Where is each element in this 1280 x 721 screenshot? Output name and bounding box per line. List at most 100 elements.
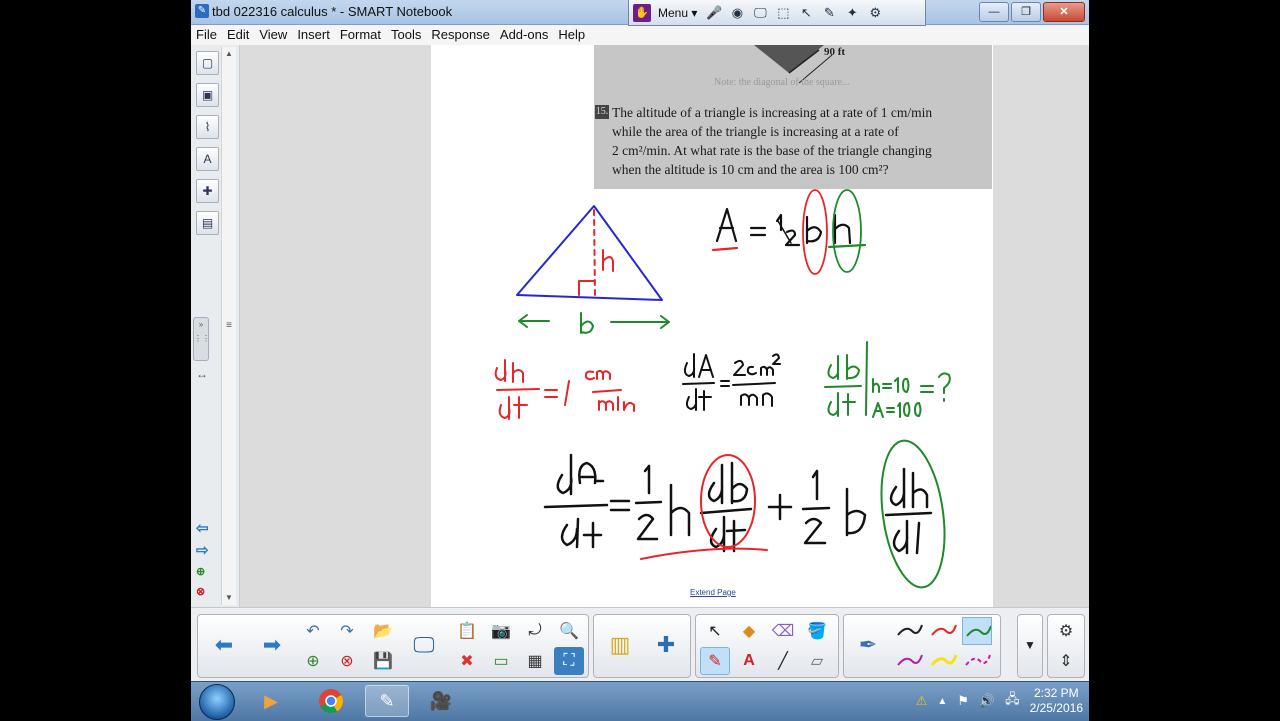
- properties-tab[interactable]: A: [196, 147, 219, 171]
- menu-help[interactable]: Help: [553, 25, 590, 45]
- sidebar-grip[interactable]: » ⋮⋮: [193, 317, 210, 361]
- magic-pen-icon[interactable]: ✦: [842, 3, 862, 23]
- pen-icon[interactable]: ✎: [819, 3, 839, 23]
- scroll-down-icon[interactable]: ▼: [222, 591, 236, 605]
- full-screen-button[interactable]: ⛶: [554, 647, 584, 675]
- menu-response[interactable]: Response: [426, 25, 495, 45]
- volume-icon[interactable]: 🔊: [979, 693, 995, 709]
- text-tool-button[interactable]: A: [734, 647, 764, 675]
- pen-style-purple[interactable]: [894, 647, 924, 675]
- previous-page-icon[interactable]: ⇦: [196, 519, 209, 537]
- redo-button[interactable]: ↷: [332, 617, 362, 645]
- menu-addons[interactable]: Add-ons: [495, 25, 553, 45]
- add-page-icon[interactable]: ⊕: [196, 565, 205, 578]
- menu-view[interactable]: View: [254, 25, 292, 45]
- move-toolbar-icon[interactable]: ⇕: [1051, 647, 1081, 675]
- smart-app-icon[interactable]: ✋: [633, 3, 651, 22]
- flag-icon[interactable]: ⚑: [957, 693, 969, 709]
- eraser-tool-button[interactable]: ⌫: [768, 617, 798, 645]
- pen-properties-button[interactable]: ✒: [848, 616, 888, 674]
- gallery-tab[interactable]: ▣: [196, 83, 219, 107]
- pen-style-magenta-dashed[interactable]: [962, 647, 992, 675]
- pen-style-yellow[interactable]: [928, 647, 958, 675]
- line-tool-button[interactable]: ╱: [768, 647, 798, 675]
- undo-button[interactable]: ↶: [298, 617, 328, 645]
- toolbar-expand-icon[interactable]: ▼: [1015, 616, 1045, 674]
- page-sorter-tab[interactable]: ▢: [196, 51, 219, 75]
- notebook-page[interactable]: Note: the diagonal of the square... 90 f…: [431, 45, 993, 607]
- start-button[interactable]: [199, 684, 235, 720]
- insert-table-button[interactable]: ▦: [520, 647, 550, 675]
- toolbar-group-tools: ↖ ◆ ⌫ 🪣 ✎ A ╱ ▱: [695, 614, 839, 678]
- toolbar-more: ▼: [1017, 614, 1043, 678]
- record-icon[interactable]: ◉: [727, 3, 747, 23]
- shapes-tool-button[interactable]: ◆: [734, 617, 764, 645]
- extend-page-link[interactable]: Extend Page: [690, 588, 736, 597]
- fill-tool-button[interactable]: 🪣: [802, 617, 832, 645]
- pen-style-green-selected[interactable]: [962, 617, 992, 645]
- open-file-button[interactable]: 📂: [368, 617, 398, 645]
- toolbar-group-pen-styles: ✒: [843, 614, 1001, 678]
- ink-base-label: [518, 312, 670, 334]
- chrome-icon[interactable]: [309, 685, 353, 717]
- clear-page-button[interactable]: ✖: [452, 647, 482, 675]
- screen-capture-button[interactable]: 📷: [486, 617, 516, 645]
- scroll-up-icon[interactable]: ▲: [222, 47, 236, 61]
- next-page-button[interactable]: ➡: [252, 616, 292, 674]
- magic-eraser-button[interactable]: ▱: [802, 647, 832, 675]
- smart-floating-toolbar: ✋ Menu ▾ 🎤 ◉ 🖵 ⬚ ↖ ✎ ✦ ⚙: [628, 0, 926, 26]
- menu-insert[interactable]: Insert: [292, 25, 335, 45]
- menu-tools[interactable]: Tools: [386, 25, 426, 45]
- add-page-button[interactable]: ⊕: [298, 647, 328, 675]
- attachments-tab[interactable]: ⌇: [196, 115, 219, 139]
- select-tool-button[interactable]: ↖: [700, 617, 730, 645]
- handwritten-ink[interactable]: [431, 45, 993, 607]
- smart-notebook-taskbar-icon[interactable]: ✎: [365, 685, 409, 717]
- clock-date: 2/25/2016: [1029, 701, 1083, 715]
- scroll-thumb-icon[interactable]: ≡: [222, 319, 236, 333]
- response-button[interactable]: ▥: [600, 616, 640, 674]
- menu-file[interactable]: File: [191, 25, 222, 45]
- microphone-icon[interactable]: 🎤: [704, 3, 724, 23]
- network-icon[interactable]: 🖧: [1005, 690, 1020, 712]
- display-icon[interactable]: 🖵: [750, 3, 770, 23]
- floating-menu-button[interactable]: Menu ▾: [654, 6, 701, 20]
- ink-dA-dt: [682, 353, 781, 411]
- save-button[interactable]: 💾: [368, 647, 398, 675]
- display-screen-button[interactable]: 🖵: [404, 616, 444, 674]
- warning-icon[interactable]: ⚠: [916, 693, 928, 709]
- video-capture-icon[interactable]: 🎥: [419, 685, 463, 717]
- fit-page-button[interactable]: ⤾: [520, 617, 550, 645]
- addons-tab[interactable]: ✚: [196, 179, 219, 203]
- response-tab[interactable]: ▤: [196, 211, 219, 235]
- select-arrow-icon[interactable]: ↖: [796, 3, 816, 23]
- minimize-button[interactable]: —: [979, 2, 1009, 22]
- swap-side-icon[interactable]: ↔: [196, 367, 208, 381]
- pen-style-black[interactable]: [894, 617, 924, 645]
- windows-taskbar: ▶ ✎ 🎥 ⚠ ▲ ⚑ 🔊 🖧 2:32 PM 2/25/2016: [191, 681, 1089, 721]
- zoom-button[interactable]: 🔍: [554, 617, 584, 645]
- next-page-icon[interactable]: ⇨: [196, 541, 209, 559]
- workspace: Note: the diagonal of the square... 90 f…: [240, 45, 1089, 607]
- main-toolbar: ⬅ ➡ ↶ ↷ 📂 ⊕ ⊗ 💾 🖵 📋 📷 ⤾ 🔍 ✖ ▭ ▦ ⛶ ▥ ✚ ↖ …: [191, 607, 1089, 682]
- addons-button[interactable]: ✚: [646, 616, 686, 674]
- paste-button[interactable]: 📋: [452, 617, 482, 645]
- customize-gear-icon[interactable]: ⚙: [1051, 617, 1081, 645]
- sidebar-scrollbar[interactable]: ▲ ≡ ▼: [221, 47, 236, 605]
- screen-shade-button[interactable]: ▭: [486, 647, 516, 675]
- screen-capture-icon[interactable]: ⬚: [773, 3, 793, 23]
- media-player-icon[interactable]: ▶: [249, 685, 293, 717]
- clock[interactable]: 2:32 PM 2/25/2016: [1030, 686, 1083, 716]
- previous-page-button[interactable]: ⬅: [204, 616, 244, 674]
- close-button[interactable]: ✕: [1043, 2, 1085, 22]
- delete-page-icon[interactable]: ⊗: [196, 585, 205, 598]
- maximize-button[interactable]: ❐: [1011, 2, 1041, 22]
- settings-icon[interactable]: ⚙: [865, 3, 885, 23]
- menu-edit[interactable]: Edit: [222, 25, 254, 45]
- pens-tool-button[interactable]: ✎: [700, 647, 730, 675]
- pen-style-red[interactable]: [928, 617, 958, 645]
- delete-page-button[interactable]: ⊗: [332, 647, 362, 675]
- smart-notebook-window: ✎ tbd 022316 calculus * - SMART Notebook…: [191, 0, 1089, 720]
- menu-format[interactable]: Format: [335, 25, 386, 45]
- show-hidden-icons[interactable]: ▲: [937, 696, 947, 707]
